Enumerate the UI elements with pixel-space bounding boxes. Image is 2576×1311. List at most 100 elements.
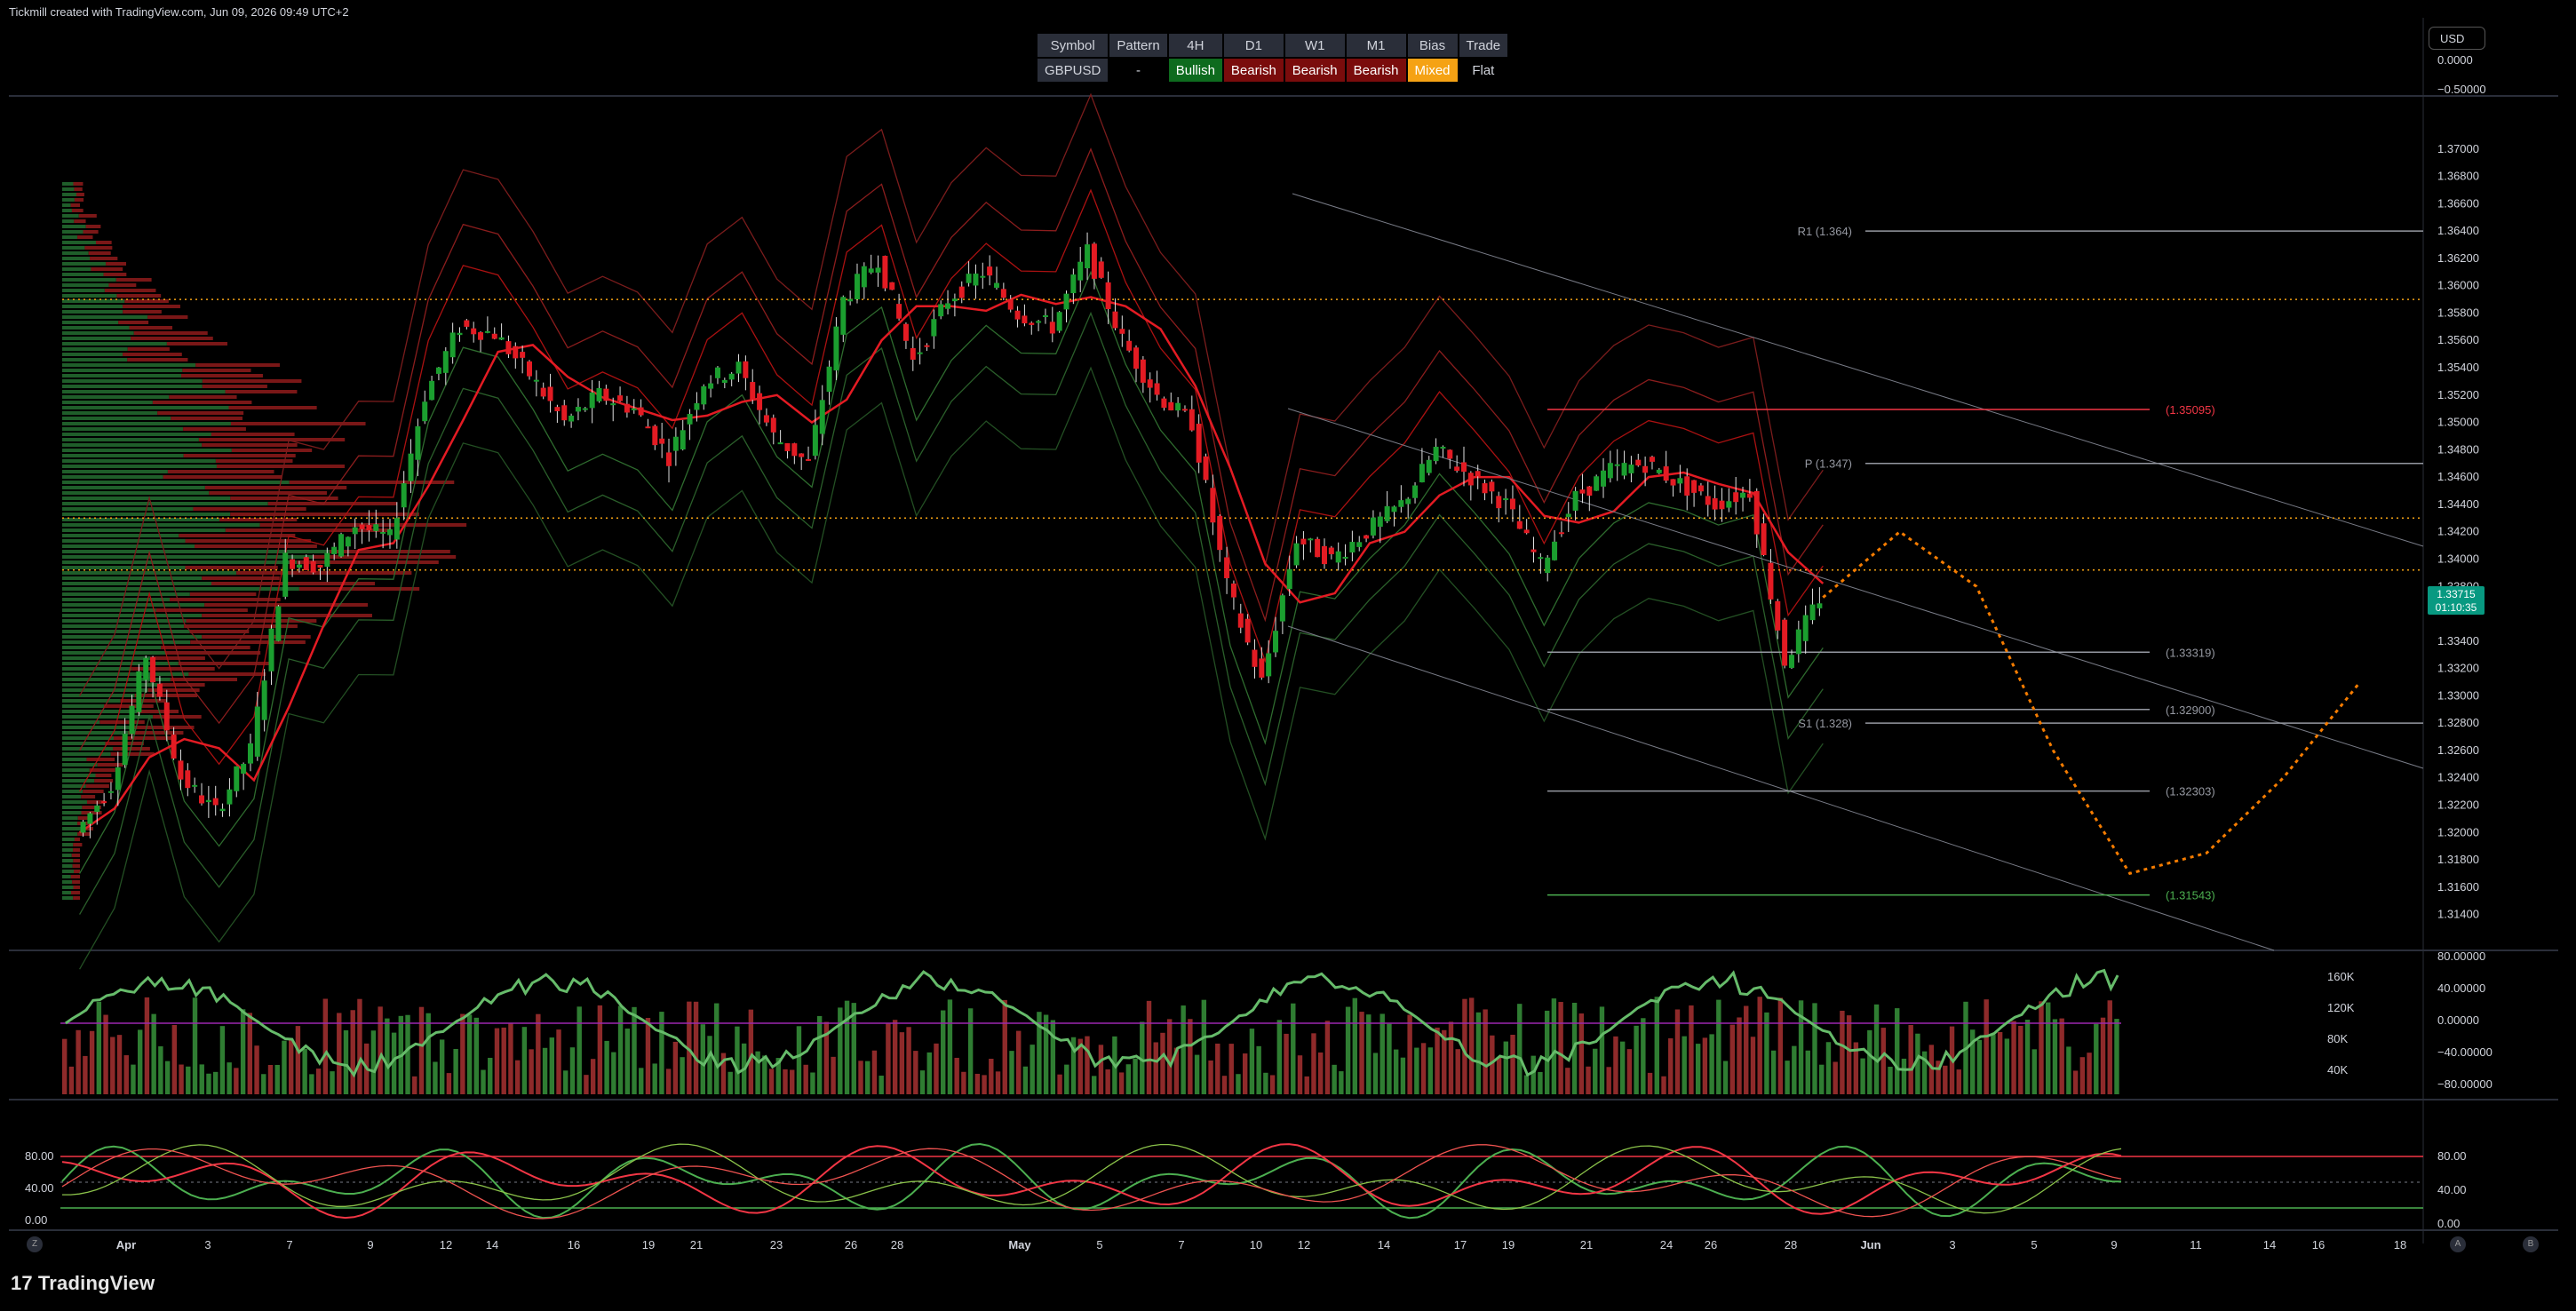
candle-body [1266, 653, 1272, 677]
candle-body [1335, 551, 1341, 563]
volume-bar [1092, 1076, 1097, 1094]
bias-header-trade: Trade [1459, 34, 1508, 57]
profile-buy [62, 816, 78, 820]
candle-body [1523, 529, 1530, 534]
price-tick-7: 1.35600 [2437, 333, 2479, 346]
profile-buy [62, 209, 72, 212]
volume-bar [645, 1018, 651, 1094]
volume-bar [1558, 1002, 1563, 1094]
volume-bar [1201, 999, 1207, 1094]
candle-body [1279, 595, 1285, 622]
volume-bar [1949, 1026, 1955, 1094]
volume-bar [309, 1074, 314, 1094]
candle-body [1098, 261, 1104, 278]
profile-buy [62, 566, 186, 569]
volume-bar [1496, 1057, 1502, 1094]
volume-bar [1249, 1029, 1255, 1094]
profile-buy [62, 704, 105, 708]
candle-body [806, 458, 812, 461]
price-tick-20: 1.32800 [2437, 716, 2479, 729]
candle-body [401, 483, 407, 508]
volume-bar [590, 1059, 596, 1094]
profile-buy [62, 747, 114, 751]
candle-body [1684, 476, 1690, 496]
volume-bar [1379, 1013, 1385, 1094]
bias-table-header-row: Symbol Pattern 4H D1 W1 M1 Bias Trade [1038, 34, 1508, 57]
time-tick-12: May [1008, 1238, 1031, 1251]
volume-bar [1593, 1048, 1598, 1094]
profile-sell [153, 715, 202, 719]
price-tick-4: 1.36200 [2437, 251, 2479, 265]
profile-sell [86, 758, 115, 761]
last-price-badge [2428, 586, 2485, 615]
profile-sell [97, 763, 123, 767]
price-tick-21: 1.32600 [2437, 743, 2479, 757]
volume-bar [322, 998, 329, 1094]
volume-bar [144, 997, 150, 1094]
profile-sell [161, 646, 250, 649]
profile-sell [230, 497, 338, 500]
profile-buy [62, 443, 203, 447]
zoom-reset-icon[interactable]: Z [27, 1236, 43, 1252]
time-tick-13: 5 [1096, 1238, 1102, 1251]
profile-sell [215, 459, 293, 463]
auto-scale-icon[interactable]: A [2450, 1236, 2466, 1252]
candle-body [1538, 557, 1544, 560]
volume-bar [62, 1038, 68, 1094]
profile-sell [73, 886, 80, 889]
profile-buy [62, 811, 82, 814]
profile-sell [169, 395, 237, 399]
tradingview-logo[interactable]: 17 TradingView [11, 1272, 155, 1295]
volume-bar [1414, 1047, 1419, 1094]
currency-selector[interactable]: USD [2429, 27, 2485, 50]
profile-buy [62, 283, 109, 287]
volume-bar [1228, 1044, 1234, 1094]
candle-body [484, 330, 490, 333]
volume-bar [967, 1008, 974, 1094]
volume-bar [584, 1075, 589, 1094]
volume-bar [926, 1052, 932, 1094]
time-tick-28: 11 [2190, 1238, 2202, 1251]
candle-body [1775, 600, 1781, 631]
profile-buy [62, 779, 95, 783]
profile-buy [62, 619, 187, 623]
profile-sell [190, 640, 306, 644]
volume-bar [1517, 1004, 1523, 1094]
candle-body [1077, 261, 1084, 281]
profile-buy [62, 379, 203, 383]
profile-buy [62, 624, 185, 628]
price-tick-3: 1.36400 [2437, 224, 2479, 237]
candle-body [310, 560, 316, 573]
band-line-1 [79, 147, 1824, 751]
candle-body [1586, 486, 1593, 497]
volume-bar [1895, 1008, 1900, 1094]
candle-body [610, 403, 616, 406]
volume-bar [1455, 1049, 1460, 1094]
candle-body [1677, 478, 1683, 484]
volume-bar [803, 1064, 808, 1094]
volume-bar [714, 1003, 720, 1094]
volume-bar [302, 1048, 307, 1094]
osc-tick-2: 0.00000 [2437, 1013, 2479, 1027]
volume-bar [1647, 1072, 1653, 1094]
volume-bar [762, 1055, 767, 1094]
candle-body [1503, 498, 1509, 501]
profile-sell [188, 672, 266, 676]
volume-bar [1757, 997, 1762, 1094]
profile-sell [113, 747, 150, 751]
profile-sell [259, 523, 467, 527]
profile-sell [81, 811, 102, 814]
profile-buy [62, 337, 131, 340]
candle-body [192, 784, 198, 787]
candle-body [924, 345, 930, 347]
log-scale-icon[interactable]: B [2523, 1236, 2539, 1252]
volume-bar [796, 1026, 802, 1094]
candle-body [1614, 464, 1620, 466]
volume-bar [632, 1006, 637, 1094]
candle-body [171, 735, 177, 759]
candle-body [1154, 383, 1160, 395]
volume-bar [1304, 1076, 1309, 1094]
profile-buy [62, 555, 314, 559]
price-chart[interactable]: 0.0000 −0.50000 R1 (1.364) (1.35095) P (1.… [0, 0, 2576, 1311]
bias-header-pattern: Pattern [1109, 34, 1167, 57]
